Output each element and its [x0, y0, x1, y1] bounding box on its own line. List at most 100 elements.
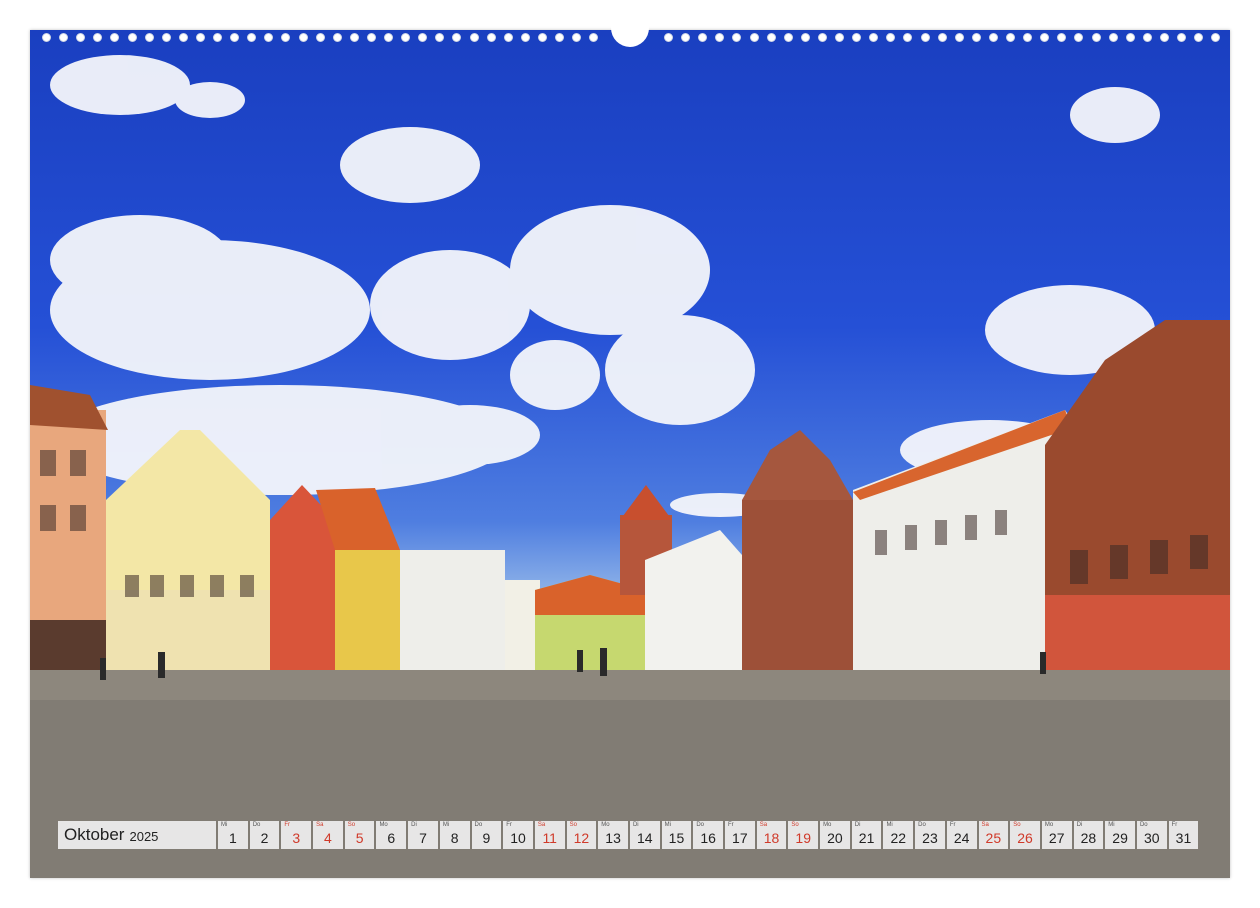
- weekday-label: Sa: [316, 822, 324, 828]
- binding-hole: [366, 33, 376, 42]
- binding-hole: [264, 33, 274, 42]
- weekday-label: Mi: [221, 822, 228, 828]
- calendar-day: Mi 1: [218, 821, 248, 849]
- binding-hole: [766, 33, 776, 42]
- binding-hole: [1159, 33, 1169, 42]
- calendar-day: Mo 6: [376, 821, 407, 849]
- binding-hole: [1040, 33, 1050, 42]
- weekday-label: Do: [918, 822, 926, 828]
- calendar-day: Mo 13: [598, 821, 628, 849]
- calendar-day: Fr 3: [281, 821, 312, 849]
- calendar-day: Di 21: [851, 821, 882, 849]
- calendar-day: Sa 25: [978, 821, 1009, 849]
- building-gothic-gable: [742, 430, 853, 670]
- binding-hole: [920, 33, 930, 42]
- calendar-day: Do 30: [1136, 821, 1167, 849]
- calendar-date-strip: Oktober 2025 Mi 1 Do 2 Fr 3 Sa 4 So 5 Mo 6 Di 7 Mi 8 Do 9…: [58, 821, 1199, 849]
- building-red: [270, 485, 400, 670]
- weekday-label: Fr: [1171, 822, 1178, 828]
- day-number: 30: [1143, 830, 1160, 846]
- binding-hole: [852, 33, 862, 42]
- binding-hole: [76, 33, 86, 42]
- weekday-label: Fr: [506, 822, 512, 828]
- calendar-day: Fr 24: [946, 821, 977, 849]
- day-number: 25: [985, 830, 1002, 846]
- binding-hole: [195, 33, 205, 42]
- calendar-day: Sa 4: [313, 821, 343, 849]
- binding-hole: [161, 33, 171, 42]
- month-year: 2025: [129, 829, 159, 844]
- weekday-label: Di: [1076, 822, 1083, 828]
- weekday-label: Sa: [759, 822, 768, 828]
- day-number: 11: [542, 830, 557, 846]
- calendar-day: Sa 18: [756, 821, 787, 849]
- weekday-label: Sa: [537, 822, 546, 828]
- binding-hole: [971, 33, 981, 42]
- binding-hole: [127, 33, 137, 42]
- weekday-label: Di: [854, 822, 861, 828]
- binding-hole: [715, 33, 725, 42]
- weekday-label: Fr: [728, 822, 734, 828]
- day-number: 5: [355, 830, 364, 846]
- binding-hole: [783, 33, 793, 42]
- month-name: Oktober: [64, 825, 125, 844]
- binding-hole: [486, 33, 496, 42]
- calendar-day: Mi 15: [661, 821, 692, 849]
- day-number: 27: [1048, 830, 1065, 846]
- binding-hole: [247, 33, 257, 42]
- binding-hole: [1177, 33, 1186, 42]
- weekday-label: Fr: [949, 822, 956, 828]
- binding-hole: [1091, 33, 1101, 42]
- binding-hole: [886, 33, 896, 42]
- day-number: 16: [700, 830, 716, 846]
- day-number: 8: [450, 830, 459, 846]
- weekday-label: So: [569, 822, 577, 828]
- day-number: 20: [827, 830, 843, 846]
- day-number: 24: [953, 830, 970, 846]
- calendar-day: Fr 17: [725, 821, 755, 849]
- calendar-day: Di 7: [408, 821, 438, 849]
- weekday-label: Di: [411, 822, 417, 828]
- month-label: Oktober 2025: [58, 821, 216, 849]
- binding-hole: [384, 33, 393, 42]
- day-number: 1: [228, 830, 237, 846]
- weekday-label: Mi: [886, 822, 893, 828]
- day-number: 23: [922, 830, 938, 846]
- calendar-day: Di 14: [629, 821, 660, 849]
- binding-hole: [213, 33, 222, 42]
- day-number: 13: [605, 830, 621, 846]
- weekday-label: Sa: [981, 822, 989, 828]
- binding-hole: [589, 33, 599, 42]
- day-number: 29: [1112, 830, 1128, 846]
- binding-hole: [732, 33, 742, 42]
- day-number: 17: [732, 830, 748, 846]
- calendar-day: Mi 29: [1105, 821, 1135, 849]
- binding-hole: [681, 33, 691, 42]
- day-number: 21: [858, 830, 875, 846]
- weekday-label: Do: [474, 822, 483, 828]
- binding-hole: [555, 33, 564, 42]
- binding-hole: [937, 33, 947, 42]
- weekday-label: So: [791, 822, 799, 828]
- day-number: 18: [763, 830, 780, 846]
- calendar-day: Do 23: [915, 821, 945, 849]
- weekday-label: Mo: [823, 822, 832, 828]
- calendar-day: Do 16: [693, 821, 723, 849]
- binding-hole: [954, 33, 964, 42]
- binding-hole: [800, 33, 810, 42]
- binding-hole: [1057, 33, 1067, 42]
- calendar-day: Mo 20: [820, 821, 850, 849]
- binding-hole: [418, 33, 428, 42]
- calendar-day: Mo 27: [1041, 821, 1072, 849]
- binding-hole: [1006, 33, 1015, 42]
- binding-hole: [503, 33, 513, 42]
- binding-hole: [93, 33, 103, 42]
- day-number: 10: [510, 830, 526, 846]
- binding-hole: [988, 33, 998, 42]
- binding-hole: [1125, 33, 1135, 42]
- binding-hole: [1194, 33, 1204, 42]
- binding-hole: [1142, 33, 1152, 42]
- binding-hole: [903, 33, 913, 42]
- binding-hole: [664, 33, 673, 42]
- weekday-label: Mo: [1044, 822, 1054, 828]
